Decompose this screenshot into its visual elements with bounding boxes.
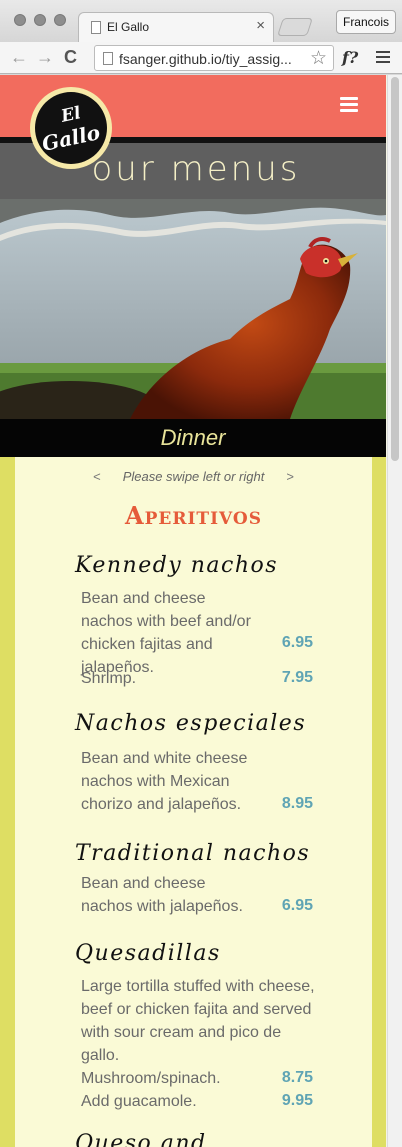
- hamburger-menu-icon[interactable]: [340, 97, 358, 115]
- menu-item-option-label: Mushroom/spinach.: [81, 1070, 221, 1087]
- swipe-prev-arrow[interactable]: <: [93, 469, 101, 484]
- url-text[interactable]: fsanger.github.io/tiy_assig...: [119, 51, 309, 67]
- hero-image: [0, 199, 386, 419]
- extension-icon[interactable]: f?: [342, 48, 358, 67]
- scrollbar[interactable]: [387, 75, 402, 1147]
- menu-item-name: Kennedy nachos: [75, 553, 279, 578]
- menu-panel[interactable]: < Please swipe left or right > Aperitivos …: [15, 457, 372, 1147]
- menu-item-name: Traditional nachos: [75, 841, 311, 866]
- menu-item-name: Quesadillas: [75, 941, 221, 966]
- menu-item-description: Large tortilla stuffed with cheese, beef…: [81, 978, 315, 1064]
- menu-item-option-label: Add guacamole.: [81, 1093, 197, 1110]
- logo-badge: El Gallo: [35, 92, 107, 164]
- menu-item-price: 6.95: [281, 897, 313, 914]
- swipe-hint-text: Please swipe left or right: [122, 469, 265, 484]
- site: our menus El Gallo Dinner < Please swipe…: [0, 75, 386, 1147]
- tab-close-icon[interactable]: ×: [256, 18, 265, 34]
- page-icon: [103, 52, 113, 65]
- menu-item-description: Bean and white cheese nachos with Mexica…: [81, 750, 248, 813]
- menu-item-option-price: 8.75: [281, 1069, 313, 1086]
- back-icon[interactable]: ←: [10, 47, 28, 67]
- menu-item-price: 8.95: [281, 795, 313, 812]
- swipe-hint: < Please swipe left or right >: [15, 469, 372, 484]
- browser-tab[interactable]: El Gallo ×: [78, 12, 274, 42]
- menu-item-price: 6.95: [281, 634, 313, 651]
- page-icon: [91, 21, 101, 34]
- menu-item-extra-price: 7.95: [281, 669, 313, 686]
- menu-label: Dinner: [160, 425, 226, 450]
- swipe-next-arrow[interactable]: >: [286, 469, 294, 484]
- menu-panel-frame: < Please swipe left or right > Aperitivos …: [0, 457, 386, 1147]
- close-window-button[interactable]: [14, 14, 26, 26]
- menu-item-description: Bean and cheese nachos with beef and/or …: [81, 590, 251, 676]
- bookmark-star-icon[interactable]: ☆: [310, 47, 327, 70]
- browser-menu-icon[interactable]: [376, 51, 390, 66]
- logo[interactable]: El Gallo: [30, 87, 112, 169]
- zoom-window-button[interactable]: [54, 14, 66, 26]
- scrollbar-thumb[interactable]: [391, 77, 399, 461]
- page-viewport: our menus El Gallo Dinner < Please swipe…: [0, 75, 402, 1147]
- menu-item-name-partial: Queso and chorizo: [75, 1133, 235, 1147]
- menu-item-name: Nachos especiales: [75, 711, 307, 736]
- menu-item-name: Queso and chorizo: [75, 1133, 207, 1147]
- tab-title: El Gallo: [107, 20, 150, 34]
- new-tab-button[interactable]: [277, 18, 313, 36]
- menu-item-option-price: 9.95: [281, 1092, 313, 1109]
- profile-button[interactable]: Francois: [336, 10, 396, 34]
- menu-item-description: Bean and cheese nachos with jalapeños.: [81, 875, 243, 915]
- browser-tabstrip: El Gallo × Francois: [0, 0, 402, 42]
- menu-label-bar: Dinner: [0, 419, 386, 457]
- address-bar[interactable]: fsanger.github.io/tiy_assig... ☆: [94, 45, 334, 71]
- browser-toolbar: ← → C fsanger.github.io/tiy_assig... ☆ f…: [0, 42, 402, 74]
- course-heading: Aperitivos: [124, 501, 263, 530]
- reload-icon[interactable]: C: [64, 47, 77, 67]
- forward-icon[interactable]: →: [36, 47, 54, 67]
- rooster-illustration: [0, 199, 386, 419]
- minimize-window-button[interactable]: [34, 14, 46, 26]
- menu-item-extra-label: Shrimp.: [81, 670, 137, 687]
